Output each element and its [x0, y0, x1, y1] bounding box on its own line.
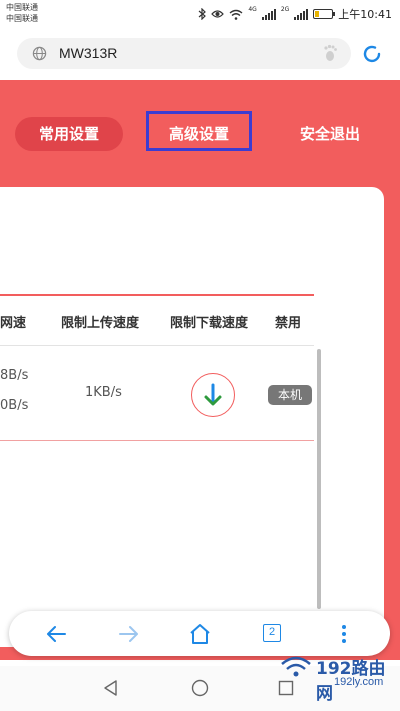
- battery-icon: [313, 9, 336, 19]
- table-header-divider: [0, 294, 314, 296]
- carrier-1: 中国联通: [6, 3, 38, 12]
- this-device-badge: 本机: [268, 385, 312, 405]
- network-label-1: 4G: [248, 6, 257, 13]
- bluetooth-icon: [198, 8, 207, 20]
- wifi-logo-icon: [281, 656, 311, 677]
- header-download-limit: 限制下载速度: [170, 316, 249, 331]
- watermark: 192路由网 192ly.com: [276, 652, 396, 704]
- header-upload-limit: 限制上传速度: [61, 316, 140, 331]
- address-bar[interactable]: MW313R: [17, 38, 351, 69]
- download-arrow-icon: [204, 383, 222, 406]
- browser-toolbar: 2: [9, 611, 390, 656]
- row-bottom-divider: [0, 440, 314, 441]
- status-bar: 中国联通 中国联通 4G 2G 上午10:41: [0, 0, 400, 30]
- globe-icon: [32, 46, 47, 61]
- header-disable: 禁用: [275, 316, 302, 331]
- speed-value-1: 8B/s: [0, 368, 29, 383]
- nav-common-settings[interactable]: 常用设置: [15, 117, 123, 151]
- header-speed: 网速: [0, 316, 27, 331]
- speed-value-2: 0B/s: [0, 398, 29, 413]
- refresh-icon[interactable]: [361, 43, 383, 65]
- upload-limit-value: 1KB/s: [85, 385, 122, 400]
- content-card: 网速 限制上传速度 限制下载速度 禁用 8B/s 0B/s 1KB/s 本机: [0, 187, 384, 647]
- system-back-icon[interactable]: [101, 678, 121, 698]
- back-arrow-icon[interactable]: [45, 622, 69, 646]
- signal-icon-2: [294, 8, 309, 20]
- nav-advanced-settings[interactable]: 高级设置: [146, 111, 252, 151]
- footprint-icon[interactable]: [321, 43, 341, 63]
- network-label-2: 2G: [280, 6, 290, 13]
- system-home-icon[interactable]: [190, 678, 210, 698]
- row-divider: [0, 345, 314, 346]
- more-menu-icon[interactable]: [332, 622, 356, 646]
- url-text[interactable]: MW313R: [59, 45, 117, 61]
- home-icon[interactable]: [188, 622, 212, 646]
- signal-icon: [261, 8, 276, 20]
- tabs-count: 2: [263, 624, 281, 642]
- tabs-icon[interactable]: 2: [260, 622, 284, 646]
- eye-icon: [211, 10, 225, 18]
- scrollbar[interactable]: [317, 349, 321, 609]
- download-limit-button[interactable]: [191, 373, 235, 417]
- status-icons: 4G 2G 上午10:41: [198, 6, 392, 22]
- nav-logout[interactable]: 安全退出: [290, 117, 370, 151]
- watermark-url: 192ly.com: [334, 676, 384, 688]
- clock: 上午10:41: [338, 8, 392, 21]
- carrier-2: 中国联通: [6, 14, 38, 23]
- wifi-icon: [229, 9, 243, 20]
- forward-arrow-icon[interactable]: [116, 622, 140, 646]
